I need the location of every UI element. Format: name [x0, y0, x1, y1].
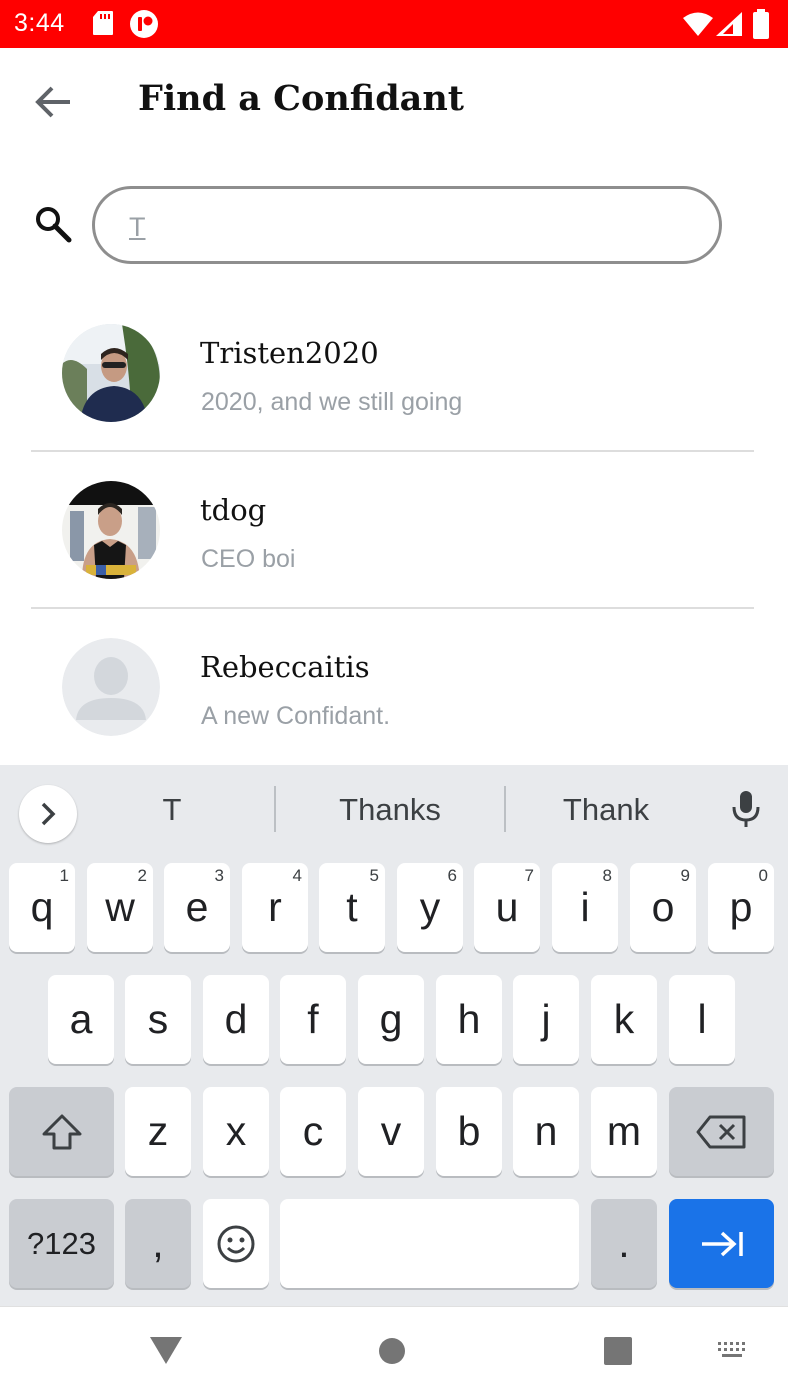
home-circle-icon[interactable] [378, 1337, 406, 1365]
key-hint: 5 [369, 866, 379, 885]
key-label: q [30, 884, 54, 930]
suggestion[interactable]: Thank [526, 792, 686, 828]
contact-status: A new Confidant. [201, 702, 391, 730]
key-label: e [185, 884, 209, 930]
key-v[interactable]: v [358, 1087, 424, 1176]
key-u[interactable]: u7 [474, 863, 540, 952]
notification-app-icon [130, 10, 158, 38]
symbols-button[interactable]: ?123 [9, 1199, 114, 1288]
key-hint: 7 [524, 866, 534, 885]
spacebar[interactable] [280, 1199, 579, 1288]
key-hint: 4 [292, 866, 302, 885]
chevron-right-icon [41, 802, 56, 826]
contact-status: CEO boi [201, 545, 296, 573]
key-hint: 1 [59, 866, 69, 885]
backspace-icon [696, 1115, 746, 1149]
key-a[interactable]: a [48, 975, 114, 1064]
key-label: i [580, 884, 590, 930]
key-k[interactable]: k [591, 975, 657, 1064]
tab-arrow-icon [702, 1231, 743, 1257]
key-hint: 6 [447, 866, 457, 885]
key-label: p [729, 884, 753, 930]
contact-status: 2020, and we still going [201, 388, 463, 416]
wifi-icon [683, 12, 713, 36]
battery-icon [753, 9, 769, 39]
enter-button[interactable] [669, 1199, 774, 1288]
key-h[interactable]: h [436, 975, 502, 1064]
key-y[interactable]: y6 [397, 863, 463, 952]
key-e[interactable]: e3 [164, 863, 230, 952]
search-icon [36, 207, 72, 243]
avatar [62, 324, 160, 422]
key-s[interactable]: s [125, 975, 191, 1064]
key-label: o [651, 884, 675, 930]
key-c[interactable]: c [280, 1087, 346, 1176]
shift-button[interactable] [9, 1087, 114, 1176]
key-i[interactable]: i8 [552, 863, 618, 952]
key-x[interactable]: x [203, 1087, 269, 1176]
suggestions-expand-button[interactable] [19, 785, 77, 843]
key-label: u [495, 884, 519, 930]
contact-name: Tristen2020 [200, 336, 379, 370]
key-j[interactable]: j [513, 975, 579, 1064]
key-hint: 2 [137, 866, 147, 885]
key-r[interactable]: r4 [242, 863, 308, 952]
emoji-button[interactable] [203, 1199, 269, 1288]
key-m[interactable]: m [591, 1087, 657, 1176]
search-input[interactable] [129, 209, 689, 245]
key-w[interactable]: w2 [87, 863, 153, 952]
back-triangle-icon[interactable] [149, 1336, 183, 1366]
contact-name: tdog [200, 493, 267, 527]
keyboard: T Thanks Thank q1 w2 e3 r4 t5 y6 u7 i8 o… [0, 765, 788, 1306]
search-box[interactable] [92, 186, 722, 264]
suggestion[interactable]: Thanks [300, 792, 480, 828]
microphone-icon[interactable] [730, 789, 762, 829]
key-g[interactable]: g [358, 975, 424, 1064]
key-label: r [268, 884, 282, 930]
key-hint: 8 [602, 866, 612, 885]
status-time: 3:44 [14, 9, 65, 37]
key-label: y [419, 884, 441, 930]
key-q[interactable]: q1 [9, 863, 75, 952]
list-item[interactable]: Tristen2020 2020, and we still going [0, 295, 788, 452]
shift-icon [42, 1114, 82, 1150]
key-f[interactable]: f [280, 975, 346, 1064]
list-item[interactable]: tdog CEO boi [0, 452, 788, 609]
key-hint: 9 [680, 866, 690, 885]
avatar [62, 481, 160, 579]
recents-square-icon[interactable] [604, 1337, 632, 1365]
arrow-back-icon[interactable] [30, 80, 78, 124]
key-hint: 0 [758, 866, 768, 885]
contact-name: Rebeccaitis [200, 650, 370, 684]
backspace-button[interactable] [669, 1087, 774, 1176]
key-comma[interactable]: , [125, 1199, 191, 1288]
key-d[interactable]: d [203, 975, 269, 1064]
key-t[interactable]: t5 [319, 863, 385, 952]
suggestion[interactable]: T [142, 792, 202, 828]
keyboard-switch-icon[interactable] [716, 1340, 748, 1362]
suggestion-divider [274, 786, 276, 832]
key-l[interactable]: l [669, 975, 735, 1064]
avatar-placeholder-icon [62, 638, 160, 736]
list-item[interactable]: Rebeccaitis A new Confidant. [0, 609, 788, 766]
key-z[interactable]: z [125, 1087, 191, 1176]
signal-icon [716, 12, 742, 36]
key-p[interactable]: p0 [708, 863, 774, 952]
sd-card-icon [93, 11, 113, 35]
key-label: t [346, 884, 358, 930]
key-b[interactable]: b [436, 1087, 502, 1176]
suggestion-divider [504, 786, 506, 832]
navigation-bar [0, 1306, 788, 1400]
key-hint: 3 [214, 866, 224, 885]
key-label: w [105, 884, 135, 930]
key-n[interactable]: n [513, 1087, 579, 1176]
page-title: Find a Confidant [138, 78, 464, 119]
key-period[interactable]: . [591, 1199, 657, 1288]
key-o[interactable]: o9 [630, 863, 696, 952]
status-bar: 3:44 [0, 0, 788, 48]
emoji-icon [217, 1225, 255, 1263]
